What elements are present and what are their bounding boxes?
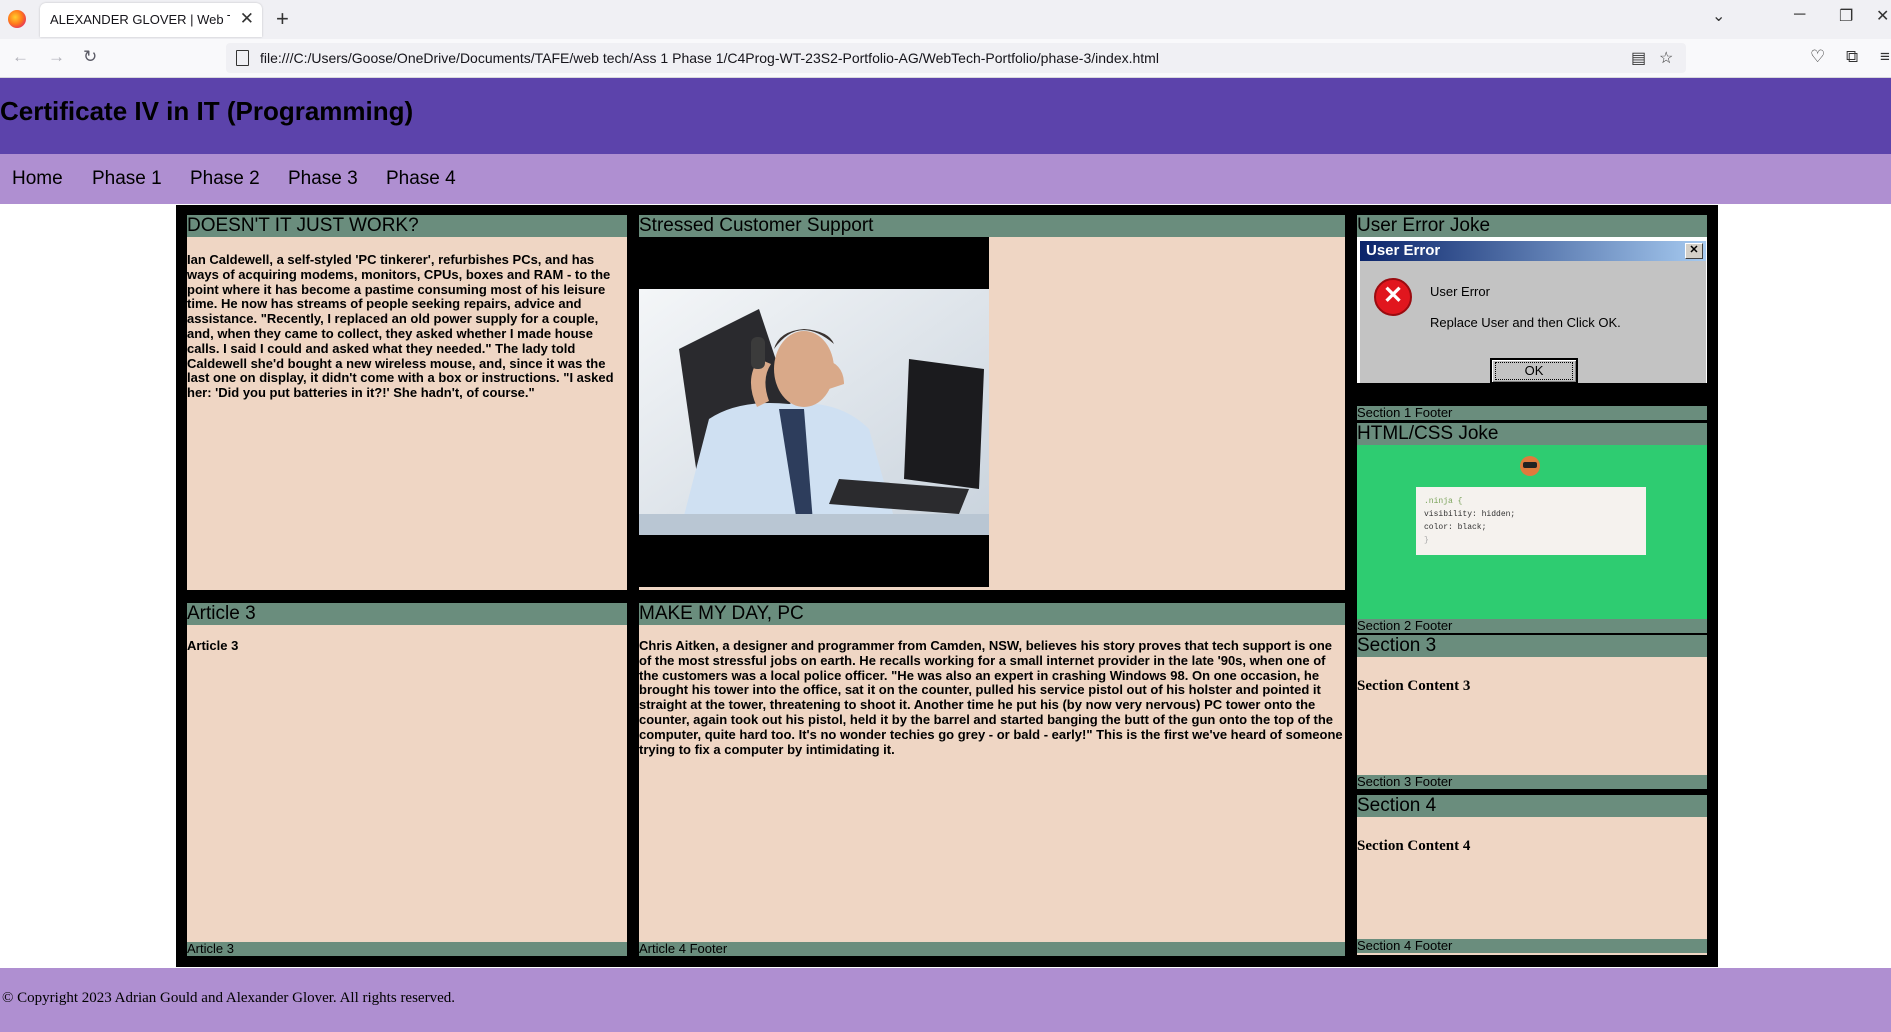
- article-2: Stressed Customer Support: [639, 215, 1345, 590]
- article-3-heading: Article 3: [187, 603, 627, 625]
- ninja-mask: [1523, 462, 1537, 468]
- article-4-body: Chris Aitken, a designer and programmer …: [639, 638, 1343, 757]
- pocket-icon[interactable]: ♡: [1810, 47, 1825, 67]
- page-icon: [236, 50, 249, 66]
- section-1-heading: User Error Joke: [1357, 215, 1707, 237]
- error-icon: ✕: [1374, 278, 1412, 316]
- dialog-title: User Error: [1366, 242, 1441, 259]
- menu-item-phase-3[interactable]: Phase 3: [288, 168, 358, 190]
- user-error-dialog: User Error ✕ ✕ User Error Replace User a…: [1359, 240, 1707, 383]
- section-4: Section 4 Section Content 4 Section 4 Fo…: [1357, 795, 1707, 955]
- tab-close-icon[interactable]: ✕: [240, 10, 254, 28]
- stressed-man-photo: [639, 289, 989, 535]
- ninja-icon: [1520, 456, 1540, 476]
- code-line-2: visibility: hidden;: [1424, 510, 1516, 519]
- section-3: Section 3 Section Content 3 Section 3 Fo…: [1357, 635, 1707, 789]
- section-1-footer: Section 1 Footer: [1357, 406, 1707, 420]
- bookmark-star-icon[interactable]: ☆: [1659, 48, 1673, 68]
- section-2-heading: HTML/CSS Joke: [1357, 423, 1707, 445]
- tab-title: ALEXANDER GLOVER | Web Tech | C: [50, 12, 230, 27]
- code-line-4: }: [1424, 536, 1429, 545]
- article-4-heading: MAKE MY DAY, PC: [639, 603, 1345, 625]
- reload-icon[interactable]: ↻: [83, 47, 97, 67]
- menu-item-phase-2[interactable]: Phase 2: [190, 168, 260, 190]
- close-window-icon[interactable]: ✕: [1876, 6, 1889, 26]
- article-3-body: Article 3: [187, 638, 239, 653]
- article-4: MAKE MY DAY, PC Chris Aitken, a designer…: [639, 603, 1345, 956]
- article-1: DOESN'T IT JUST WORK? Ian Caldewell, a s…: [187, 215, 627, 590]
- ok-label: OK: [1524, 363, 1544, 378]
- section-4-footer: Section 4 Footer: [1357, 939, 1707, 953]
- section-4-heading: Section 4: [1357, 795, 1707, 817]
- list-all-tabs-icon[interactable]: ⌄: [1712, 6, 1725, 26]
- copyright-text: © Copyright 2023 Adrian Gould and Alexan…: [2, 990, 455, 1006]
- section-2-footer: Section 2 Footer: [1357, 619, 1707, 633]
- section-3-content: Section Content 3: [1357, 678, 1471, 694]
- menu-item-home[interactable]: Home: [12, 168, 63, 190]
- browser-nav-bar: ← → ↻ file:///C:/Users/Goose/OneDrive/Do…: [0, 39, 1891, 78]
- dialog-message-2: Replace User and then Click OK.: [1430, 315, 1621, 330]
- menu-item-phase-1[interactable]: Phase 1: [92, 168, 162, 190]
- reader-view-icon[interactable]: ▤: [1631, 48, 1646, 68]
- restore-icon[interactable]: ❐: [1839, 6, 1853, 26]
- menu-icon[interactable]: ≡: [1880, 47, 1890, 67]
- customer-support-image: [639, 237, 989, 587]
- menu-item-phase-4[interactable]: Phase 4: [386, 168, 456, 190]
- content-grid: DOESN'T IT JUST WORK? Ian Caldewell, a s…: [176, 205, 1718, 967]
- article-1-heading: DOESN'T IT JUST WORK?: [187, 215, 627, 237]
- minimize-icon[interactable]: ─: [1794, 6, 1805, 24]
- dialog-ok-button[interactable]: OK: [1490, 358, 1578, 383]
- article-1-body: Ian Caldewell, a self-styled 'PC tinkere…: [187, 252, 614, 401]
- address-bar[interactable]: file:///C:/Users/Goose/OneDrive/Document…: [226, 43, 1686, 73]
- dialog-close-icon[interactable]: ✕: [1685, 243, 1703, 259]
- browser-tab-bar: ALEXANDER GLOVER | Web Tech | C ✕ + ⌄ ─ …: [0, 0, 1891, 39]
- article-3: Article 3 Article 3 Article 3: [187, 603, 627, 956]
- code-snippet: .ninja { visibility: hidden; color: blac…: [1416, 487, 1646, 555]
- section-3-footer: Section 3 Footer: [1357, 775, 1707, 789]
- article-3-footer: Article 3: [187, 942, 627, 956]
- code-line-1: .ninja {: [1424, 497, 1463, 506]
- site-title: Certificate IV in IT (Programming): [0, 96, 414, 126]
- new-tab-icon[interactable]: +: [276, 6, 289, 32]
- code-line-3: color: black;: [1424, 523, 1487, 532]
- url-text[interactable]: file:///C:/Users/Goose/OneDrive/Document…: [260, 50, 1159, 66]
- site-footer: © Copyright 2023 Adrian Gould and Alexan…: [0, 968, 1891, 1032]
- dialog-title-bar: User Error ✕: [1360, 241, 1706, 261]
- firefox-icon: [8, 10, 26, 28]
- main-menu: Home Phase 1 Phase 2 Phase 3 Phase 4: [0, 154, 1891, 204]
- forward-icon[interactable]: →: [48, 47, 65, 67]
- section-4-content: Section Content 4: [1357, 838, 1471, 854]
- section-1: User Error Joke User Error ✕ ✕ User Erro…: [1357, 215, 1707, 383]
- site-header: Certificate IV in IT (Programming): [0, 78, 1891, 154]
- section-2: HTML/CSS Joke .ninja { visibility: hidde…: [1357, 423, 1707, 623]
- browser-tab[interactable]: ALEXANDER GLOVER | Web Tech | C ✕: [40, 3, 262, 37]
- section-3-heading: Section 3: [1357, 635, 1707, 657]
- extensions-icon[interactable]: ⧉: [1846, 47, 1858, 67]
- back-icon[interactable]: ←: [12, 47, 29, 67]
- article-2-heading: Stressed Customer Support: [639, 215, 1345, 237]
- article-4-footer: Article 4 Footer: [639, 942, 1345, 956]
- dialog-message-1: User Error: [1430, 284, 1490, 299]
